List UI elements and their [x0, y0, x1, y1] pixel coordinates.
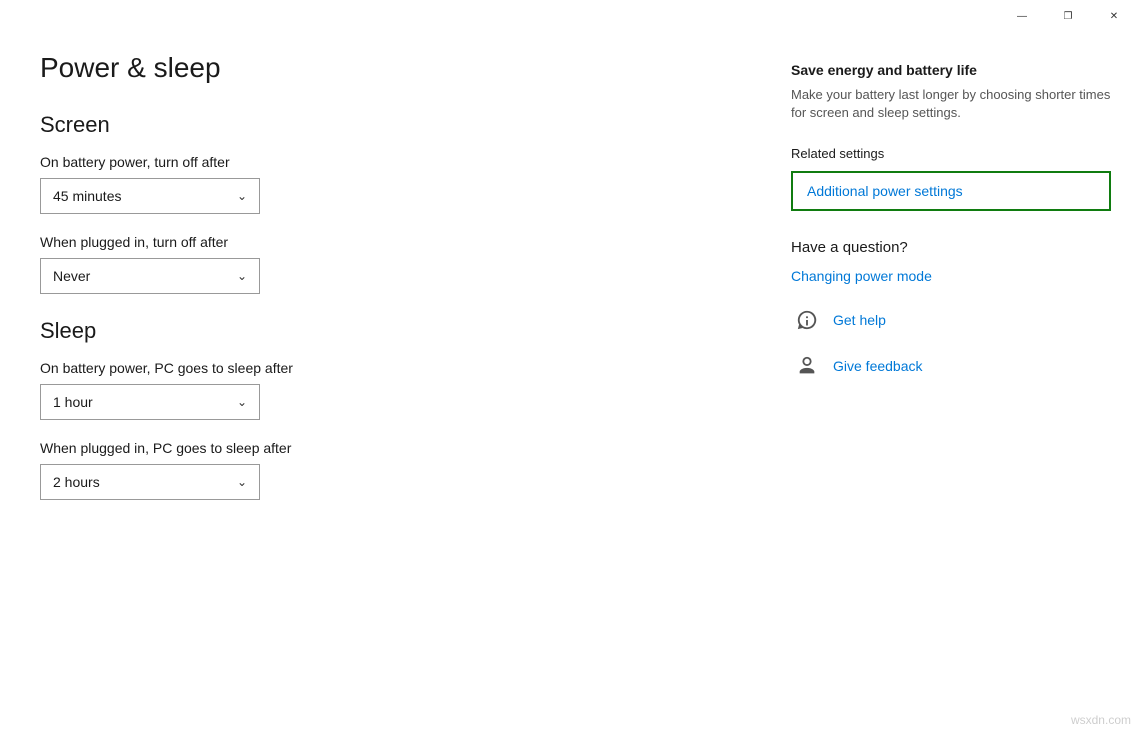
- save-energy-text: Make your battery last longer by choosin…: [791, 86, 1111, 122]
- plugged-screen-dropdown[interactable]: Never ⌄: [40, 258, 260, 294]
- additional-power-settings-link[interactable]: Additional power settings: [791, 171, 1111, 211]
- related-settings-section: Related settings Additional power settin…: [791, 146, 1111, 211]
- page-title: Power & sleep: [40, 52, 721, 84]
- have-question-section: Have a question? Changing power mode: [791, 239, 1111, 284]
- get-help-link[interactable]: Get help: [833, 312, 886, 328]
- plugged-sleep-dropdown[interactable]: 2 hours ⌄: [40, 464, 260, 500]
- screen-section: Screen On battery power, turn off after …: [40, 112, 721, 294]
- plugged-screen-label: When plugged in, turn off after: [40, 234, 721, 250]
- minimize-button[interactable]: —: [999, 0, 1045, 32]
- battery-sleep-value: 1 hour: [53, 394, 93, 410]
- give-feedback-link[interactable]: Give feedback: [833, 358, 923, 374]
- battery-screen-dropdown[interactable]: 45 minutes ⌄: [40, 178, 260, 214]
- battery-screen-label: On battery power, turn off after: [40, 154, 721, 170]
- give-feedback-item[interactable]: Give feedback: [791, 350, 1111, 382]
- plugged-screen-arrow-icon: ⌄: [237, 269, 247, 283]
- plugged-sleep-value: 2 hours: [53, 474, 100, 490]
- sleep-section-title: Sleep: [40, 318, 721, 344]
- battery-sleep-label: On battery power, PC goes to sleep after: [40, 360, 721, 376]
- title-bar: — ❐ ✕: [0, 0, 1141, 32]
- get-help-icon: [791, 304, 823, 336]
- save-energy-title: Save energy and battery life: [791, 62, 1111, 78]
- content-area: Power & sleep Screen On battery power, t…: [0, 32, 1141, 737]
- watermark: wsxdn.com: [1071, 713, 1131, 727]
- battery-sleep-arrow-icon: ⌄: [237, 395, 247, 409]
- battery-sleep-dropdown[interactable]: 1 hour ⌄: [40, 384, 260, 420]
- plugged-screen-value: Never: [53, 268, 90, 284]
- plugged-sleep-label: When plugged in, PC goes to sleep after: [40, 440, 721, 456]
- have-question-heading: Have a question?: [791, 239, 1111, 256]
- get-help-item[interactable]: Get help: [791, 304, 1111, 336]
- maximize-button[interactable]: ❐: [1045, 0, 1091, 32]
- give-feedback-icon: [791, 350, 823, 382]
- battery-screen-value: 45 minutes: [53, 188, 121, 204]
- battery-screen-arrow-icon: ⌄: [237, 189, 247, 203]
- settings-window: — ❐ ✕ Power & sleep Screen On battery po…: [0, 0, 1141, 737]
- sleep-section: Sleep On battery power, PC goes to sleep…: [40, 318, 721, 500]
- save-energy-section: Save energy and battery life Make your b…: [791, 62, 1111, 122]
- left-panel: Power & sleep Screen On battery power, t…: [0, 32, 761, 737]
- related-settings-label: Related settings: [791, 146, 1111, 161]
- changing-power-mode-link[interactable]: Changing power mode: [791, 268, 1111, 284]
- screen-section-title: Screen: [40, 112, 721, 138]
- close-button[interactable]: ✕: [1091, 0, 1137, 32]
- plugged-sleep-arrow-icon: ⌄: [237, 475, 247, 489]
- right-panel: Save energy and battery life Make your b…: [761, 32, 1141, 737]
